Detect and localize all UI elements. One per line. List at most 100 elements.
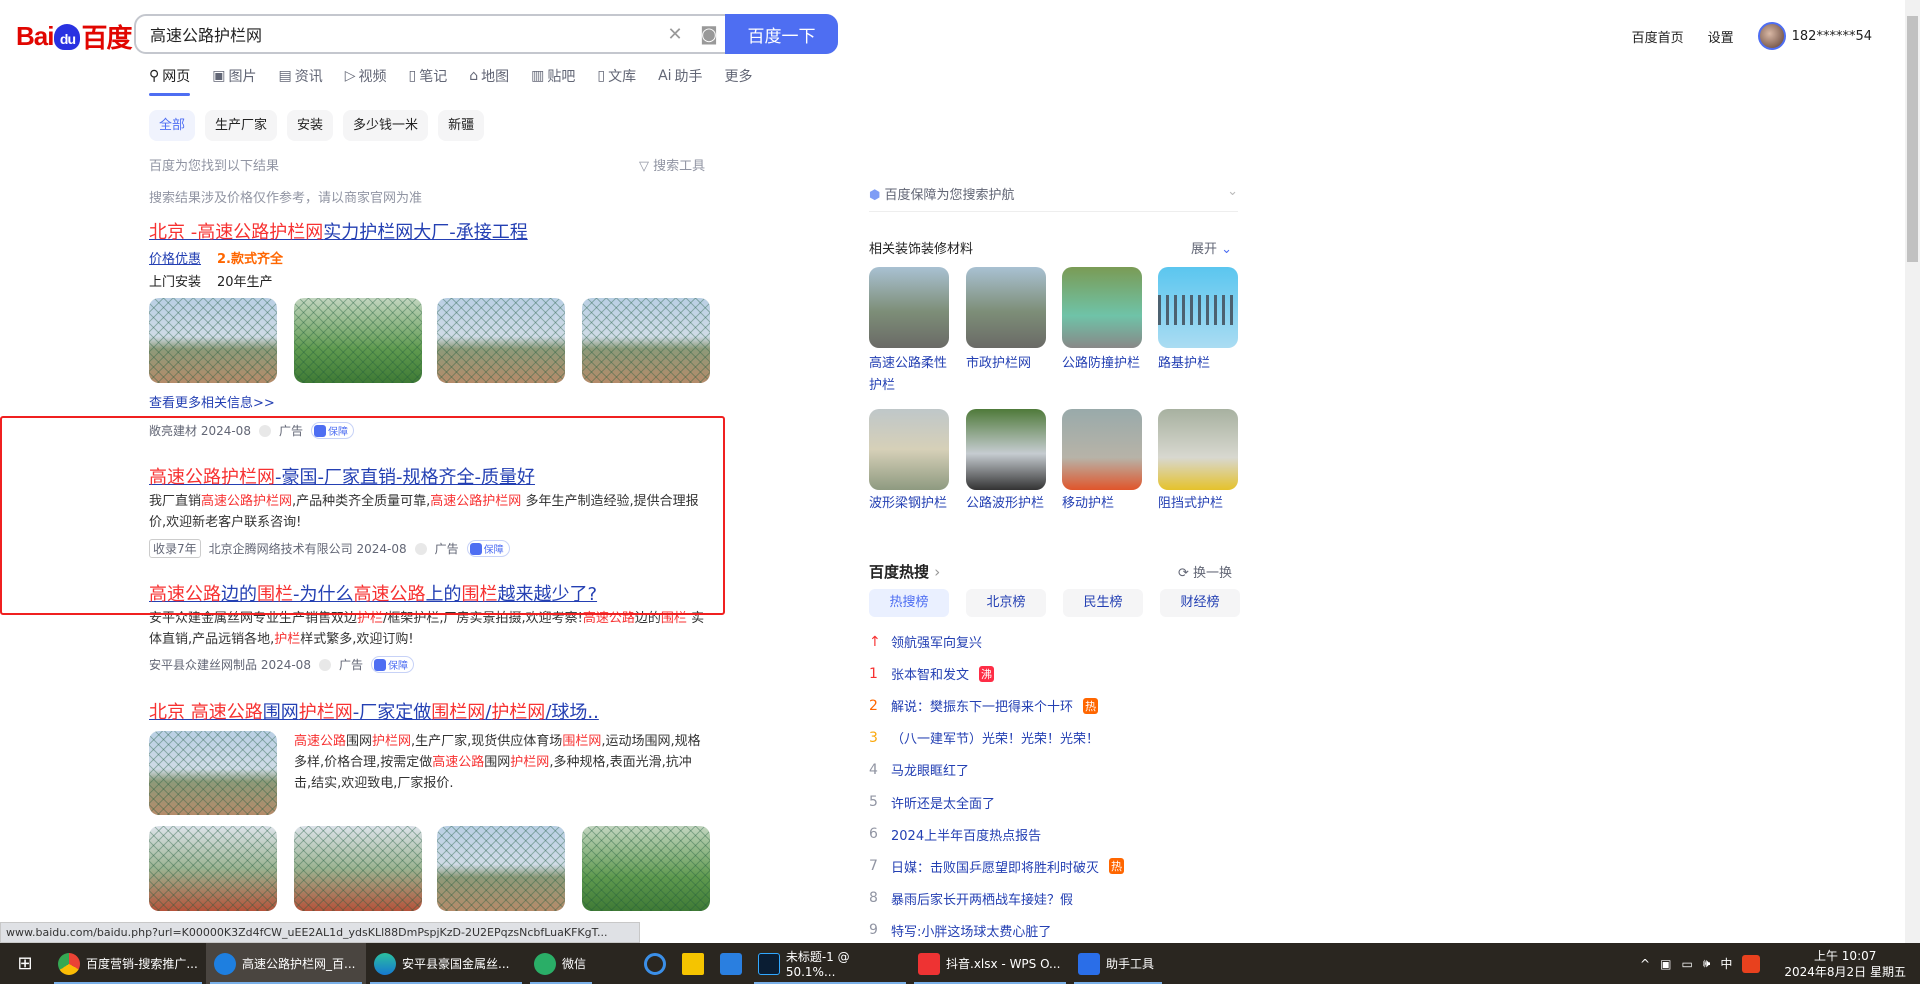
scrollbar-thumb[interactable] <box>1907 16 1918 262</box>
related-label[interactable]: 高速公路柔性护栏 <box>869 353 953 397</box>
taskbar-item[interactable]: 助手工具 <box>1070 943 1166 984</box>
refresh-button[interactable]: ⟳ 换一换 <box>1178 562 1232 581</box>
guarantee-banner[interactable]: ⬢ 百度保障为您搜索护航 <box>869 184 1015 211</box>
tab-assistant[interactable]: Ai 助手 <box>658 66 702 86</box>
hot-search-item[interactable]: 3 （八一建军节）光荣！光荣！光荣！ <box>869 728 1099 748</box>
hot-search-item[interactable]: ↑ 领航强军向复兴 <box>869 632 982 652</box>
hot-tab[interactable]: 热搜榜 <box>869 589 949 617</box>
clear-icon[interactable]: ✕ <box>658 24 692 45</box>
result-image[interactable] <box>294 826 422 911</box>
tab-tieba[interactable]: ▥ 贴吧 <box>531 66 575 86</box>
related-image[interactable] <box>1158 267 1238 348</box>
hot-tab[interactable]: 民生榜 <box>1063 589 1143 617</box>
hot-search-item[interactable]: 8 暴雨后家长开两栖战车接娃？假 <box>869 889 1073 908</box>
search-tools[interactable]: ▽ 搜索工具 <box>639 155 705 174</box>
result-image[interactable] <box>582 826 710 911</box>
result-title[interactable]: 北京 高速公路围网护栏网-厂家定做围栏网/护栏网/球场.. <box>149 698 599 724</box>
tab-more[interactable]: 更多 <box>725 66 753 86</box>
related-image[interactable] <box>1158 409 1238 490</box>
hot-tab[interactable]: 北京榜 <box>966 589 1046 617</box>
windows-start-icon[interactable]: ⊞ <box>0 943 50 984</box>
result-image[interactable] <box>149 826 277 911</box>
chip-manufacturer[interactable]: 生产厂家 <box>205 110 278 141</box>
related-image[interactable] <box>966 409 1046 490</box>
tab-web[interactable]: ⚲ 网页 <box>149 66 191 96</box>
baidu-logo[interactable]: Bai du 百度 <box>16 18 132 55</box>
sogou-ime-icon[interactable] <box>1742 954 1761 973</box>
chip-price[interactable]: 多少钱一米 <box>343 110 429 141</box>
tab-wenku[interactable]: ▯ 文库 <box>597 66 636 86</box>
hot-search-item[interactable]: 5 许昕还是太全面了 <box>869 793 995 812</box>
result-image[interactable] <box>149 298 277 383</box>
result-image[interactable] <box>582 298 710 383</box>
related-label[interactable]: 路基护栏 <box>1158 353 1242 375</box>
more-info-link[interactable]: 查看更多相关信息>> <box>149 392 275 411</box>
guarantee-badge[interactable]: 保障 <box>466 540 510 557</box>
hot-search-item[interactable]: 9 特写:小胖这场球太费心脏了 <box>869 921 1051 940</box>
hot-search-title[interactable]: 百度热搜 › <box>869 561 940 582</box>
scrollbar[interactable] <box>1905 0 1920 943</box>
home-link[interactable]: 百度首页 <box>1632 27 1684 46</box>
helper-tool-icon <box>1078 952 1100 975</box>
tab-notes[interactable]: ▯ 笔记 <box>409 66 448 86</box>
hot-search-item[interactable]: 7 日媒：击败国乒愿望即将胜利时破灭热 <box>869 857 1125 876</box>
tab-video[interactable]: ▷ 视频 <box>345 66 387 86</box>
hot-search-item[interactable]: 6 2024上半年百度热点报告 <box>869 825 1041 844</box>
related-label[interactable]: 移动护栏 <box>1062 493 1146 515</box>
result-image[interactable] <box>437 826 565 911</box>
sitelink[interactable]: 2.款式齐全 <box>217 248 283 267</box>
taskbar-item[interactable]: 百度营销-搜索推广... <box>50 943 206 984</box>
related-image[interactable] <box>1062 267 1142 348</box>
network-icon[interactable]: ▭ <box>1681 957 1692 971</box>
chip-install[interactable]: 安装 <box>287 110 334 141</box>
result-image[interactable] <box>437 298 565 383</box>
related-label[interactable]: 公路防撞护栏 <box>1062 353 1146 375</box>
related-label[interactable]: 波形梁钢护栏 <box>869 493 953 515</box>
taskbar-item[interactable]: 未标题-1 @ 50.1%... <box>750 943 910 984</box>
taskbar-item[interactable]: 抖音.xlsx - WPS O... <box>910 943 1070 984</box>
tab-images[interactable]: ▣ 图片 <box>212 66 256 86</box>
tray-app-icon[interactable]: ▣ <box>1660 957 1671 971</box>
taskbar-item[interactable]: 安平县豪国金属丝... <box>366 943 526 984</box>
guarantee-badge[interactable]: 保障 <box>370 656 414 673</box>
related-image[interactable] <box>1062 409 1142 490</box>
result-image[interactable] <box>149 731 277 815</box>
taskbar-item[interactable]: 微信 <box>526 943 596 984</box>
result-title[interactable]: 高速公路护栏网-豪国-厂家直销-规格齐全-质量好 <box>149 463 535 489</box>
avatar[interactable] <box>1757 22 1786 50</box>
hot-search-item[interactable]: 4 马龙眼眶红了 <box>869 760 969 780</box>
clock[interactable]: 上午 10:07 2024年8月2日 星期五 <box>1784 948 1906 980</box>
expand-button[interactable]: 展开 ⌄ <box>1191 238 1232 257</box>
volume-icon[interactable]: 🕪 <box>1703 956 1711 971</box>
chip-all[interactable]: 全部 <box>149 110 196 141</box>
taskbar-app[interactable] <box>674 943 712 984</box>
result-title[interactable]: 高速公路边的围栏-为什么高速公路上的围栏越来越少了? <box>149 580 597 606</box>
camera-icon[interactable]: ◙ <box>692 24 726 45</box>
search-button[interactable]: 百度一下 <box>725 14 838 54</box>
search-input[interactable] <box>136 24 658 44</box>
taskbar-app[interactable] <box>712 943 750 984</box>
related-image[interactable] <box>869 267 949 348</box>
related-label[interactable]: 阻挡式护栏 <box>1158 493 1242 515</box>
related-label[interactable]: 公路波形护栏 <box>966 493 1050 515</box>
tab-news[interactable]: ▤ 资讯 <box>279 66 323 86</box>
result-image[interactable] <box>294 298 422 383</box>
settings-link[interactable]: 设置 <box>1708 27 1734 46</box>
hot-search-item[interactable]: 2 解说：樊振东下一把得来个十环热 <box>869 696 1099 715</box>
ime-indicator[interactable]: 中 <box>1720 955 1732 972</box>
hot-tab[interactable]: 财经榜 <box>1160 589 1240 617</box>
hot-search-item[interactable]: 1 张本智和发文沸 <box>869 664 995 683</box>
taskbar-item[interactable]: 高速公路护栏网_百... <box>206 943 366 984</box>
tab-map[interactable]: ⌂ 地图 <box>469 66 509 86</box>
chevron-down-icon[interactable]: ⌄ <box>1227 184 1238 211</box>
result-title[interactable]: 北京 -高速公路护栏网实力护栏网大厂-承接工程 <box>149 218 528 244</box>
sitelink[interactable]: 价格优惠 <box>149 248 201 267</box>
related-label[interactable]: 市政护栏网 <box>966 353 1050 375</box>
chevron-up-icon[interactable]: ^ <box>1640 957 1650 971</box>
taskbar-app[interactable] <box>636 943 674 984</box>
guarantee-badge[interactable]: 保障 <box>310 422 354 439</box>
chip-xinjiang[interactable]: 新疆 <box>438 110 485 141</box>
username[interactable]: 182******54 <box>1792 29 1872 44</box>
related-image[interactable] <box>869 409 949 490</box>
related-image[interactable] <box>966 267 1046 348</box>
